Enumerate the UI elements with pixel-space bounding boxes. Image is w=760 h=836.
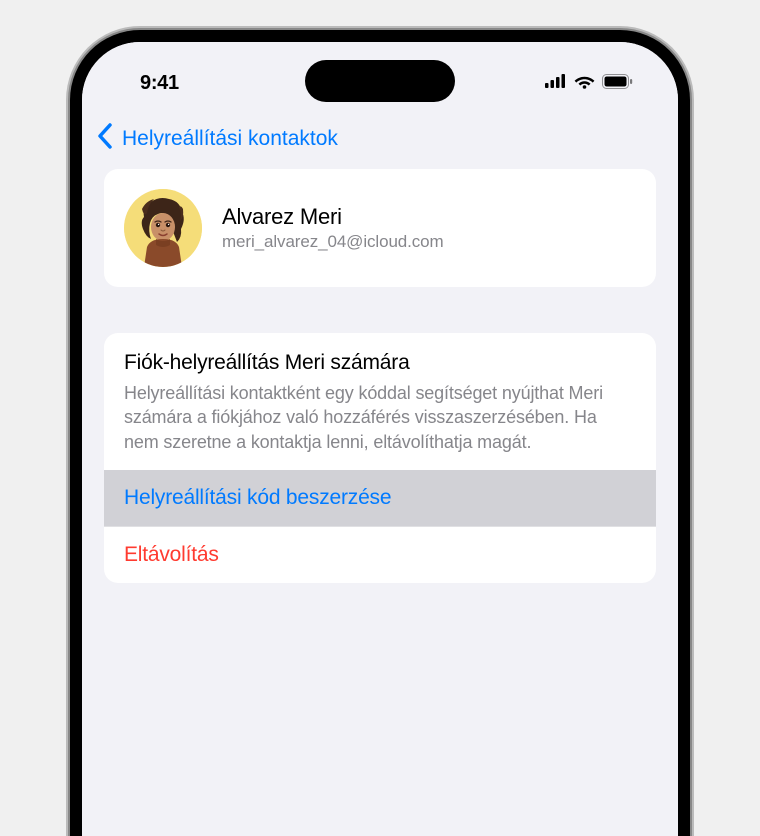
battery-icon xyxy=(602,74,633,94)
dynamic-island xyxy=(305,60,455,102)
phone-frame: 9:41 xyxy=(70,30,690,836)
cellular-icon xyxy=(545,74,567,93)
contact-name: Alvarez Meri xyxy=(222,204,444,230)
recovery-header: Fiók-helyreállítás Meri számára Helyreál… xyxy=(104,333,656,470)
nav-bar[interactable]: Helyreállítási kontaktok xyxy=(82,110,678,169)
back-chevron-icon[interactable] xyxy=(92,122,118,155)
recovery-card: Fiók-helyreállítás Meri számára Helyreál… xyxy=(104,333,656,583)
recovery-description: Helyreállítási kontaktként egy kóddal se… xyxy=(124,381,636,454)
contact-email: meri_alvarez_04@icloud.com xyxy=(222,232,444,252)
nav-back-label[interactable]: Helyreállítási kontaktok xyxy=(122,127,338,151)
contact-info: Alvarez Meri meri_alvarez_04@icloud.com xyxy=(222,204,444,252)
avatar xyxy=(124,189,202,267)
wifi-icon xyxy=(574,74,595,94)
recovery-title: Fiók-helyreállítás Meri számára xyxy=(124,351,636,375)
status-icons xyxy=(545,74,633,94)
status-time: 9:41 xyxy=(140,72,179,95)
content-area: Alvarez Meri meri_alvarez_04@icloud.com … xyxy=(82,169,678,583)
phone-screen: 9:41 xyxy=(82,42,678,836)
remove-button[interactable]: Eltávolítás xyxy=(104,526,656,583)
get-recovery-code-button[interactable]: Helyreállítási kód beszerzése xyxy=(104,470,656,526)
contact-card: Alvarez Meri meri_alvarez_04@icloud.com xyxy=(104,169,656,287)
